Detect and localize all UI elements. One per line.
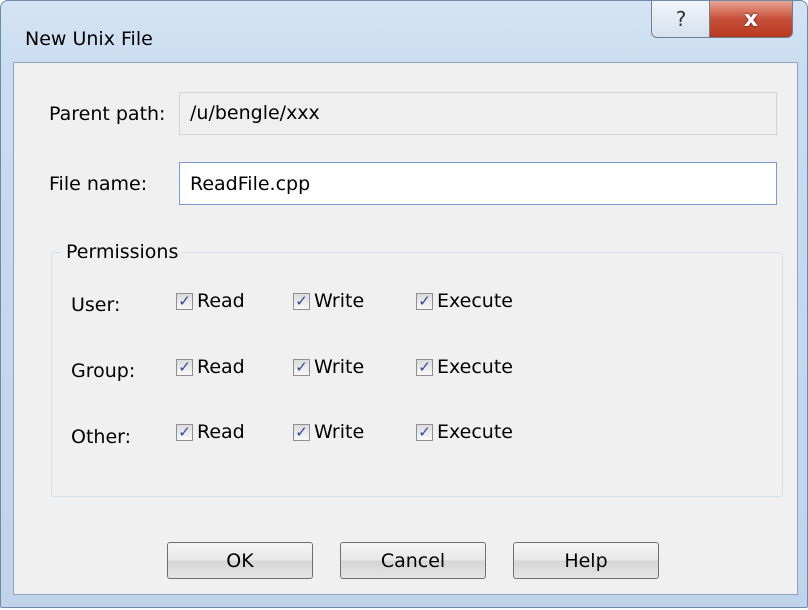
user-write-checkbox[interactable]: ✓ Write <box>293 290 364 312</box>
file-name-label: File name: <box>49 173 148 195</box>
check-icon: ✓ <box>293 292 310 310</box>
checkbox-label: Write <box>314 421 365 443</box>
help-title-button[interactable]: ? <box>651 1 711 38</box>
checkbox-label: Write <box>314 356 365 378</box>
check-icon: ✓ <box>416 292 433 310</box>
help-button[interactable]: Help <box>513 542 659 579</box>
group-execute-checkbox[interactable]: ✓ Execute <box>416 356 513 378</box>
dialog-window: New Unix File ? x Parent path: /u/bengle… <box>0 0 808 608</box>
checkbox-label: Execute <box>437 421 513 443</box>
question-mark-icon: ? <box>675 7 687 31</box>
other-write-checkbox[interactable]: ✓ Write <box>293 421 364 443</box>
dialog-body: Parent path: /u/bengle/xxx File name: Pe… <box>13 62 798 595</box>
user-execute-checkbox[interactable]: ✓ Execute <box>416 290 513 312</box>
user-label: User: <box>71 294 121 316</box>
check-icon: ✓ <box>176 358 193 376</box>
checkbox-label: Execute <box>437 290 513 312</box>
check-icon: ✓ <box>176 292 193 310</box>
group-label: Group: <box>71 360 136 382</box>
permissions-title: Permissions <box>62 241 183 263</box>
user-read-checkbox[interactable]: ✓ Read <box>176 290 245 312</box>
group-read-checkbox[interactable]: ✓ Read <box>176 356 245 378</box>
close-button[interactable]: x <box>709 1 793 38</box>
check-icon: ✓ <box>416 423 433 441</box>
checkbox-label: Read <box>197 290 245 312</box>
parent-path-field: /u/bengle/xxx <box>179 92 777 135</box>
file-name-input[interactable] <box>179 162 777 205</box>
check-icon: ✓ <box>176 423 193 441</box>
window-title: New Unix File <box>25 28 153 50</box>
check-icon: ✓ <box>293 358 310 376</box>
checkbox-label: Read <box>197 356 245 378</box>
checkbox-label: Write <box>314 290 365 312</box>
checkbox-label: Read <box>197 421 245 443</box>
check-icon: ✓ <box>416 358 433 376</box>
cancel-button[interactable]: Cancel <box>340 542 486 579</box>
other-execute-checkbox[interactable]: ✓ Execute <box>416 421 513 443</box>
check-icon: ✓ <box>293 423 310 441</box>
other-label: Other: <box>71 426 132 448</box>
parent-path-label: Parent path: <box>49 103 166 125</box>
group-write-checkbox[interactable]: ✓ Write <box>293 356 364 378</box>
close-icon: x <box>743 6 759 32</box>
other-read-checkbox[interactable]: ✓ Read <box>176 421 245 443</box>
ok-button[interactable]: OK <box>167 542 313 579</box>
checkbox-label: Execute <box>437 356 513 378</box>
